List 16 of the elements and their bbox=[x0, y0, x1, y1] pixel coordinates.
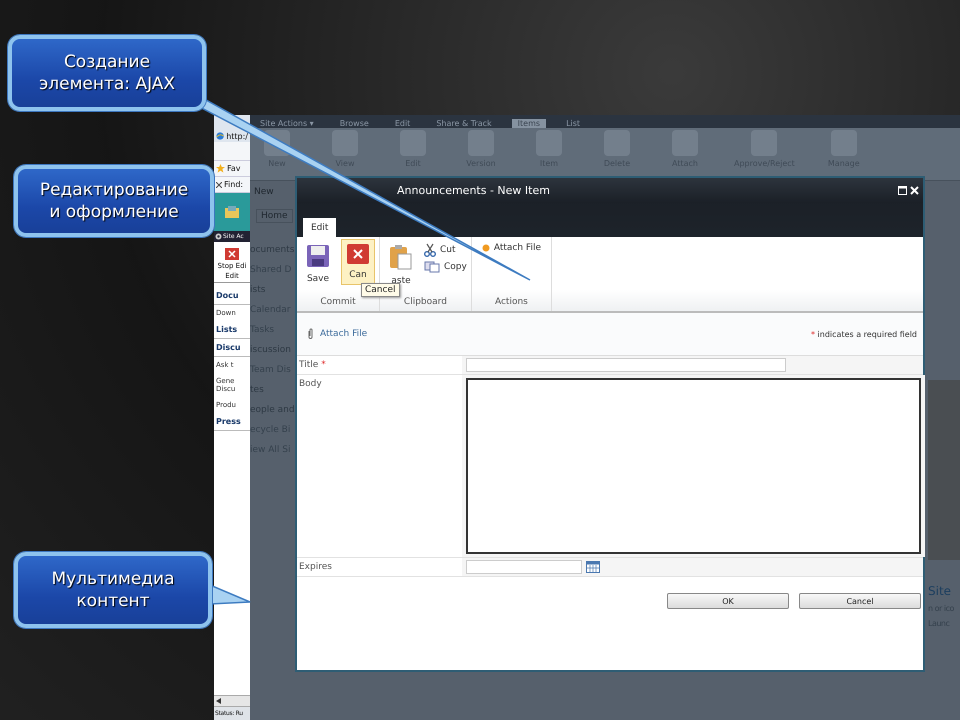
group-label: Actions bbox=[494, 297, 529, 309]
page-text: Site bbox=[928, 584, 952, 598]
field-label: Title * bbox=[298, 359, 327, 372]
required-note: * indicates a required field bbox=[811, 330, 917, 338]
group-label: New bbox=[253, 186, 275, 199]
find-label: Find: bbox=[224, 180, 244, 189]
group-label: Clipboard bbox=[402, 297, 448, 309]
callout-text: Редактирование и оформление bbox=[40, 179, 188, 223]
callout-text: Мультимедиа контент bbox=[51, 568, 175, 612]
field-label: Expires bbox=[298, 561, 333, 574]
callout-text: Создание элемента: AJAX bbox=[38, 51, 176, 95]
field-label: Body bbox=[298, 378, 323, 391]
group-label: Commit bbox=[319, 297, 357, 309]
address-text: http:/ bbox=[226, 132, 248, 140]
dialog-title: Announcements - New Item bbox=[397, 184, 550, 197]
tooltip: Cancel bbox=[361, 283, 400, 297]
